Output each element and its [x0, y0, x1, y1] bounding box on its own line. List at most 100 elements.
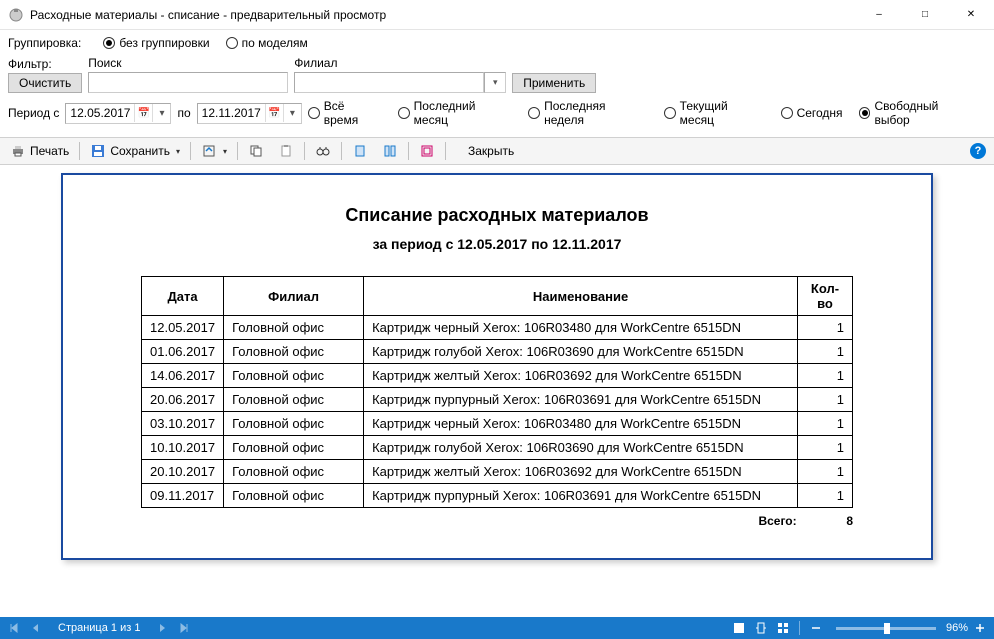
period-today-label: Сегодня	[797, 106, 843, 120]
export-icon	[201, 143, 217, 159]
zoom-whole-button[interactable]	[729, 618, 749, 638]
cell-date: 10.10.2017	[142, 436, 224, 460]
cell-name: Картридж желтый Xerox: 106R03692 для Wor…	[364, 460, 798, 484]
radio-dot-icon	[308, 107, 320, 119]
print-button[interactable]: Печать	[4, 140, 75, 162]
period-lastweek-label: Последняя неделя	[544, 99, 648, 127]
cell-branch: Головной офис	[224, 484, 364, 508]
margins-button[interactable]	[413, 140, 441, 162]
margin-icon	[419, 143, 435, 159]
search-label: Поиск	[88, 56, 288, 70]
pages-icon	[382, 143, 398, 159]
maximize-button[interactable]: □	[902, 0, 948, 30]
cell-name: Картридж желтый Xerox: 106R03692 для Wor…	[364, 364, 798, 388]
report-title: Списание расходных материалов	[63, 205, 931, 226]
report-page: Списание расходных материалов за период …	[61, 173, 933, 560]
period-today-radio[interactable]: Сегодня	[781, 106, 843, 120]
copy-icon	[248, 143, 264, 159]
help-button[interactable]: ?	[970, 143, 986, 159]
single-page-button[interactable]	[346, 140, 374, 162]
branch-dropdown-button[interactable]: ▾	[484, 72, 506, 93]
zoom-in-button[interactable]	[970, 618, 990, 638]
save-button[interactable]: Сохранить ▾	[84, 140, 186, 162]
period-to-label: по	[177, 106, 190, 120]
period-free-label: Свободный выбор	[874, 99, 976, 127]
period-all-radio[interactable]: Всё время	[308, 99, 382, 127]
cell-qty: 1	[798, 412, 853, 436]
total-value: 8	[797, 508, 853, 528]
date-from-input[interactable]: 12.05.2017 📅 ▾	[65, 103, 171, 124]
date-to-value: 12.11.2017	[198, 106, 265, 120]
radio-dot-icon	[398, 107, 410, 119]
grouping-model-radio[interactable]: по моделям	[226, 36, 308, 50]
find-button[interactable]	[309, 140, 337, 162]
first-page-button[interactable]	[4, 618, 24, 638]
cell-date: 20.06.2017	[142, 388, 224, 412]
cell-branch: Головной офис	[224, 316, 364, 340]
cell-branch: Головной офис	[224, 364, 364, 388]
cell-date: 20.10.2017	[142, 460, 224, 484]
binoculars-icon	[315, 143, 331, 159]
period-curmonth-radio[interactable]: Текущий месяц	[664, 99, 765, 127]
date-to-input[interactable]: 12.11.2017 📅 ▾	[197, 103, 302, 124]
next-page-button[interactable]	[152, 618, 172, 638]
apply-button[interactable]: Применить	[512, 73, 596, 93]
col-name: Наименование	[364, 277, 798, 316]
col-date: Дата	[142, 277, 224, 316]
paste-button[interactable]	[272, 140, 300, 162]
chevron-down-icon: ▾	[283, 104, 301, 122]
search-input[interactable]	[88, 72, 288, 93]
grouping-model-label: по моделям	[242, 36, 308, 50]
period-all-label: Всё время	[324, 99, 382, 127]
clear-button[interactable]: Очистить	[8, 73, 82, 93]
chevron-down-icon: ▾	[223, 147, 227, 156]
table-row: 20.06.2017Головной офисКартридж пурпурны…	[142, 388, 853, 412]
cell-date: 03.10.2017	[142, 412, 224, 436]
cell-branch: Головной офис	[224, 388, 364, 412]
cell-qty: 1	[798, 484, 853, 508]
separator	[304, 142, 305, 160]
prev-page-button[interactable]	[26, 618, 46, 638]
col-qty: Кол-во	[798, 277, 853, 316]
close-window-button[interactable]: ✕	[948, 0, 994, 30]
period-lastweek-radio[interactable]: Последняя неделя	[528, 99, 648, 127]
page-icon	[352, 143, 368, 159]
slider-thumb[interactable]	[884, 623, 890, 634]
grouping-none-radio[interactable]: без группировки	[103, 36, 209, 50]
branch-input[interactable]	[294, 72, 484, 93]
cell-qty: 1	[798, 388, 853, 412]
minimize-button[interactable]: –	[856, 0, 902, 30]
zoom-slider[interactable]	[836, 627, 936, 630]
period-lastmonth-label: Последний месяц	[414, 99, 513, 127]
preview-area[interactable]: Списание расходных материалов за период …	[0, 165, 994, 617]
table-row: 03.10.2017Головной офисКартридж черный X…	[142, 412, 853, 436]
cell-date: 12.05.2017	[142, 316, 224, 340]
calendar-icon: 📅	[134, 104, 152, 122]
cell-branch: Головной офис	[224, 436, 364, 460]
zoom-value: 96%	[946, 622, 968, 634]
last-page-button[interactable]	[174, 618, 194, 638]
table-row: 12.05.2017Головной офисКартридж черный X…	[142, 316, 853, 340]
close-label: Закрыть	[468, 144, 514, 158]
multi-page-button[interactable]	[376, 140, 404, 162]
save-label: Сохранить	[110, 144, 170, 158]
radio-dot-icon	[226, 37, 238, 49]
branch-label: Филиал	[294, 56, 506, 70]
col-branch: Филиал	[224, 277, 364, 316]
zoom-out-button[interactable]	[806, 618, 826, 638]
cell-name: Картридж черный Xerox: 106R03480 для Wor…	[364, 412, 798, 436]
period-free-radio[interactable]: Свободный выбор	[859, 99, 976, 127]
radio-dot-icon	[859, 107, 871, 119]
cell-name: Картридж голубой Xerox: 106R03690 для Wo…	[364, 436, 798, 460]
close-preview-button[interactable]: Закрыть	[462, 140, 520, 162]
zoom-width-button[interactable]	[751, 618, 771, 638]
chevron-down-icon: ▾	[176, 147, 180, 156]
copy-button[interactable]	[242, 140, 270, 162]
zoom-multi-button[interactable]	[773, 618, 793, 638]
cell-date: 14.06.2017	[142, 364, 224, 388]
cell-qty: 1	[798, 340, 853, 364]
clipboard-icon	[278, 143, 294, 159]
period-lastmonth-radio[interactable]: Последний месяц	[398, 99, 512, 127]
export-button[interactable]: ▾	[195, 140, 233, 162]
cell-branch: Головной офис	[224, 460, 364, 484]
